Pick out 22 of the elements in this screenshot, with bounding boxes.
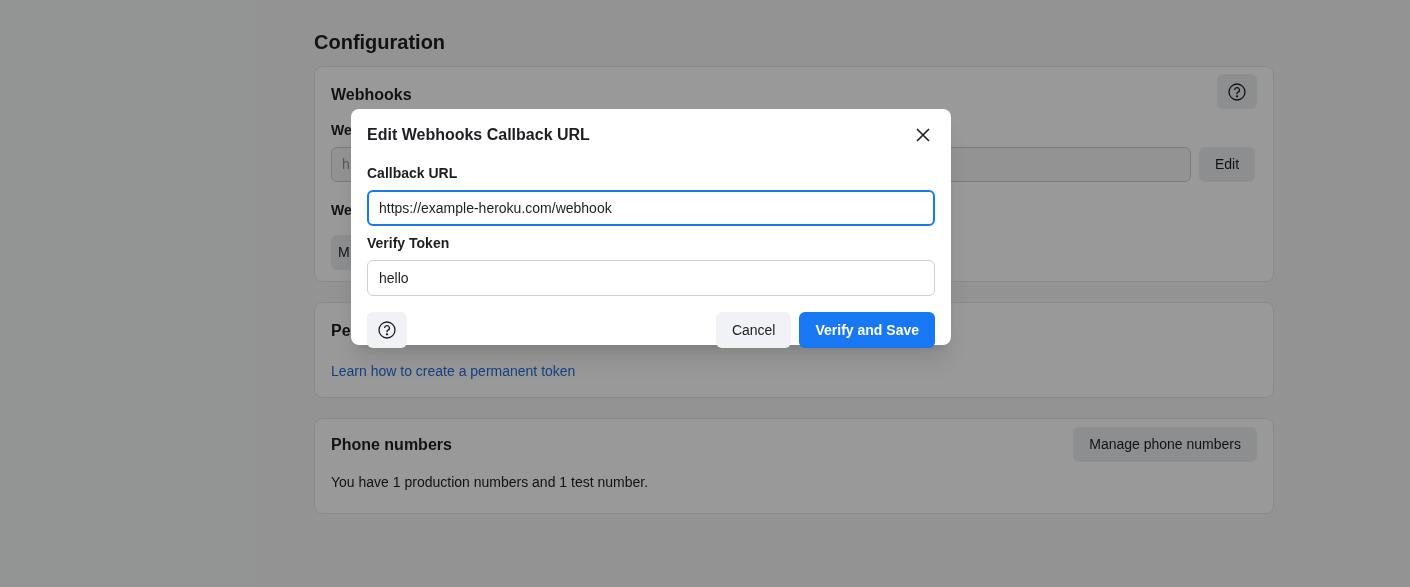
phone-numbers-text: You have 1 production numbers and 1 test number.: [331, 473, 649, 492]
field-label: We: [331, 121, 352, 140]
field-label: We: [331, 201, 352, 220]
close-icon: [916, 128, 930, 142]
help-button[interactable]: [367, 312, 407, 348]
help-icon: [1228, 82, 1246, 101]
card-title: Webhooks: [331, 85, 412, 105]
cancel-button[interactable]: Cancel: [715, 312, 792, 348]
card-title: Phone numbers: [331, 434, 452, 455]
edit-button[interactable]: Edit: [1199, 147, 1256, 182]
verify-and-save-button[interactable]: Verify and Save: [799, 312, 935, 348]
page-title: Configuration: [314, 30, 446, 55]
card-title: Pe: [331, 321, 351, 341]
dialog-title: Edit Webhooks Callback URL: [367, 125, 590, 145]
field-label: Verify Token: [367, 234, 450, 253]
help-button[interactable]: [1217, 74, 1257, 109]
input-field[interactable]: hello: [367, 260, 935, 296]
input-field[interactable]: https://example-heroku.com/webhook: [367, 190, 935, 226]
field-label: Callback URL: [367, 164, 458, 183]
help-icon: [378, 321, 396, 339]
manage-phone-numbers-button[interactable]: Manage phone numbers: [1073, 427, 1257, 462]
learn-link[interactable]: Learn how to create a permanent token: [331, 361, 576, 382]
